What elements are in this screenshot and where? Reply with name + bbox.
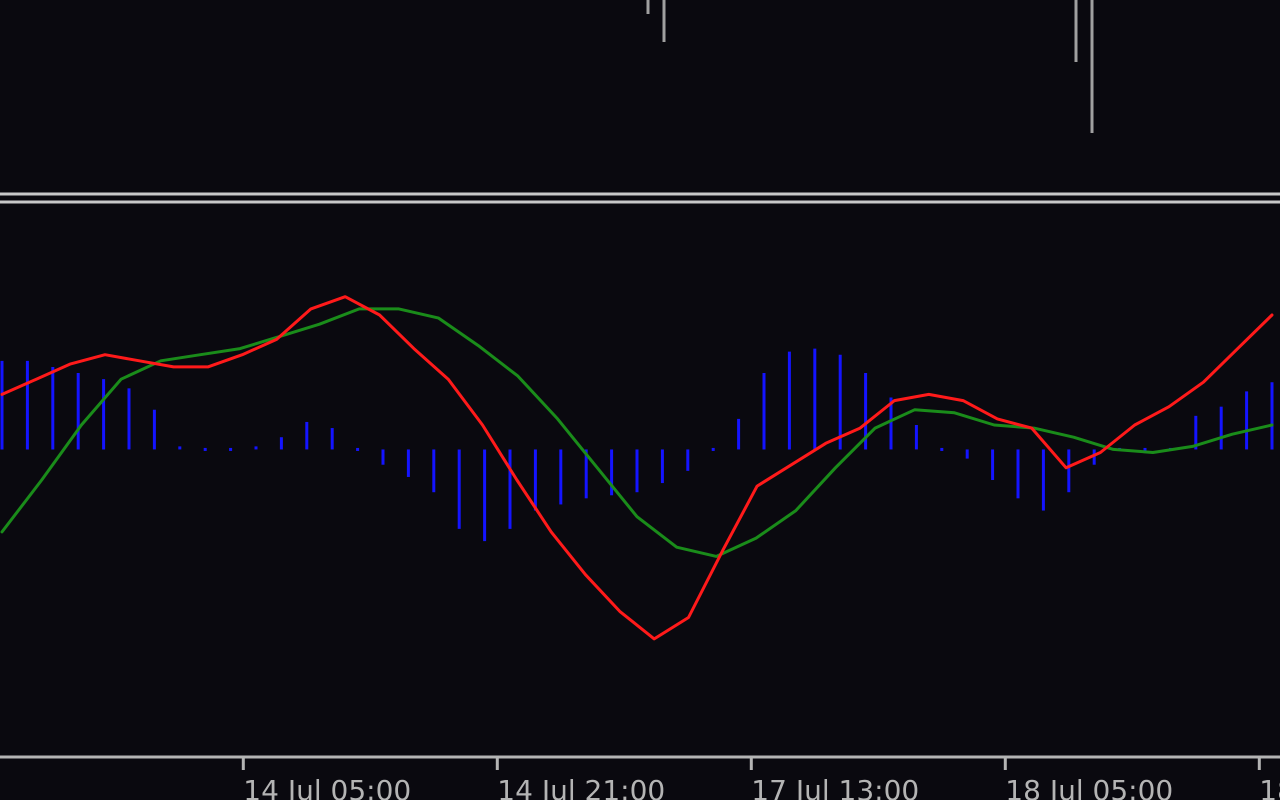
macd-chart-svg: 13:0014 Jul 05:0014 Jul 21:0017 Jul 13:0… [0, 0, 1280, 800]
x-tick-label: 17 Jul 13:00 [751, 774, 919, 800]
histogram-bar [203, 447, 207, 451]
histogram-bar [229, 447, 233, 451]
histogram-bar [356, 447, 360, 451]
x-axis: 13:0014 Jul 05:0014 Jul 21:0017 Jul 13:0… [0, 755, 1280, 800]
price-pane [646, 0, 1094, 133]
x-tick-label: 14 Jul 05:00 [243, 774, 411, 800]
x-tick-label: 18 Jul 2 [1259, 774, 1280, 800]
chart: 13:0014 Jul 05:0014 Jul 21:0017 Jul 13:0… [0, 0, 1280, 800]
x-tick-label: 14 Jul 21:00 [497, 774, 665, 800]
macd-histogram [0, 348, 1274, 542]
x-tick-label: 18 Jul 05:00 [1005, 774, 1173, 800]
histogram-bar [711, 447, 715, 451]
signal-line [0, 307, 1274, 558]
pane-separator[interactable] [0, 192, 1280, 204]
histogram-bar [940, 447, 944, 451]
signal-line-path [0, 307, 1274, 558]
